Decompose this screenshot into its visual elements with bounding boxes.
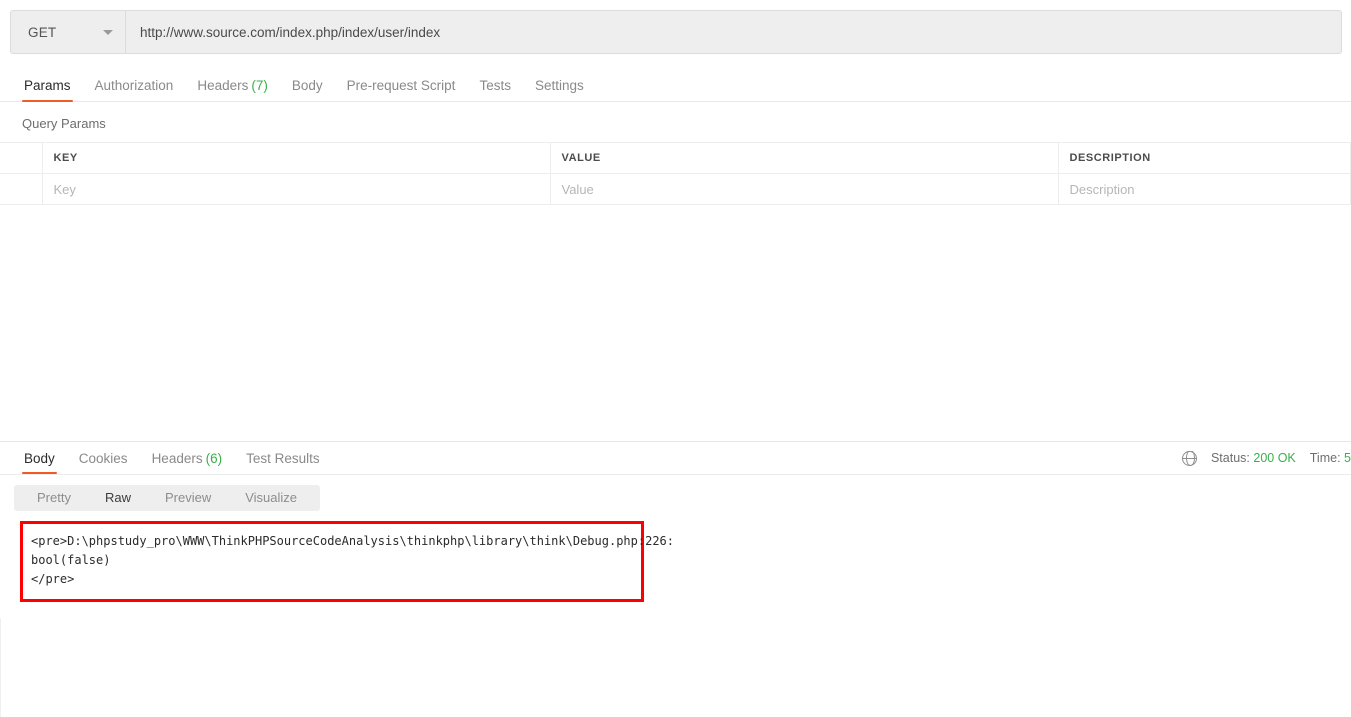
response-tab-test-results-label: Test Results <box>246 450 320 466</box>
time-label: Time: <box>1309 451 1341 465</box>
tab-headers[interactable]: Headers (7) <box>185 77 280 102</box>
response-tab-body[interactable]: Body <box>12 443 67 474</box>
left-edge-rule <box>0 618 1 717</box>
table-row: Key Value Description <box>0 173 1351 205</box>
request-tab-bar: Params Authorization Headers (7) Body Pre… <box>0 68 1351 102</box>
tab-authorization-label: Authorization <box>94 77 174 93</box>
response-tab-body-label: Body <box>24 450 55 466</box>
response-body-text[interactable]: <pre>D:\phpstudy_pro\WWW\ThinkPHPSourceC… <box>31 532 674 589</box>
chevron-down-icon <box>103 29 113 35</box>
status-value: 200 OK <box>1253 451 1296 465</box>
tab-params-label: Params <box>24 77 71 93</box>
response-tab-headers-label: Headers <box>151 450 203 466</box>
globe-icon[interactable] <box>1181 450 1198 466</box>
tab-settings[interactable]: Settings <box>523 77 596 102</box>
tab-params[interactable]: Params <box>12 77 83 102</box>
tab-headers-label: Headers <box>197 77 249 93</box>
url-bar: GET http://www.source.com/index.php/inde… <box>10 10 1342 54</box>
response-tab-cookies[interactable]: Cookies <box>67 443 140 474</box>
view-mode-pretty[interactable]: Pretty <box>20 485 88 511</box>
select-all-column <box>0 142 43 174</box>
view-mode-raw[interactable]: Raw <box>88 485 148 511</box>
tab-settings-label: Settings <box>534 77 584 93</box>
response-status-bar: Status: 200 OK Time: 5 <box>1181 450 1351 466</box>
response-tab-bar: Body Cookies Headers (6) Test Results Sta… <box>0 442 1351 475</box>
query-params-title: Query Params <box>22 116 106 131</box>
tab-tests[interactable]: Tests <box>467 77 523 102</box>
param-value-input[interactable]: Value <box>550 173 1059 205</box>
http-method-select[interactable]: GET <box>10 10 125 54</box>
response-view-mode-group: Pretty Raw Preview Visualize <box>14 485 321 511</box>
response-view-mode-bar: Pretty Raw Preview Visualize <box>0 475 1351 511</box>
params-empty-area <box>0 205 1351 440</box>
response-body-area: <pre>D:\phpstudy_pro\WWW\ThinkPHPSourceC… <box>0 511 1351 602</box>
time-group: Time: 5 <box>1310 451 1351 465</box>
column-header-value: VALUE <box>550 142 1059 174</box>
view-mode-preview[interactable]: Preview <box>148 485 228 511</box>
http-method-label: GET <box>28 24 57 40</box>
response-highlight-box: <pre>D:\phpstudy_pro\WWW\ThinkPHPSourceC… <box>20 521 674 602</box>
vertical-scrollbar[interactable] <box>1347 10 1351 717</box>
tab-authorization[interactable]: Authorization <box>83 77 186 102</box>
query-params-table: KEY VALUE DESCRIPTION Key Value Descript… <box>0 142 1351 205</box>
request-url-input[interactable]: http://www.source.com/index.php/index/us… <box>125 10 1342 54</box>
tab-headers-count: (7) <box>251 77 268 93</box>
column-header-key: KEY <box>42 142 551 174</box>
response-tab-headers[interactable]: Headers (6) <box>140 443 235 474</box>
tab-body[interactable]: Body <box>280 77 335 102</box>
tab-tests-label: Tests <box>479 77 511 93</box>
param-key-input[interactable]: Key <box>42 173 551 205</box>
view-mode-visualize[interactable]: Visualize <box>228 485 314 511</box>
column-header-description: DESCRIPTION <box>1058 142 1351 174</box>
status-group: Status: 200 OK <box>1211 451 1296 465</box>
tab-pre-request-script[interactable]: Pre-request Script <box>335 77 468 102</box>
response-tab-headers-count: (6) <box>205 450 223 466</box>
row-checkbox-cell[interactable] <box>0 173 43 205</box>
status-label: Status: <box>1210 451 1250 465</box>
response-tab-test-results[interactable]: Test Results <box>234 443 332 474</box>
tab-pre-request-script-label: Pre-request Script <box>346 77 456 93</box>
postman-request-view: GET http://www.source.com/index.php/inde… <box>0 10 1351 717</box>
param-description-input[interactable]: Description <box>1058 173 1351 205</box>
response-tab-cookies-label: Cookies <box>78 450 128 466</box>
tab-body-label: Body <box>291 77 323 93</box>
table-header-row: KEY VALUE DESCRIPTION <box>0 142 1351 174</box>
